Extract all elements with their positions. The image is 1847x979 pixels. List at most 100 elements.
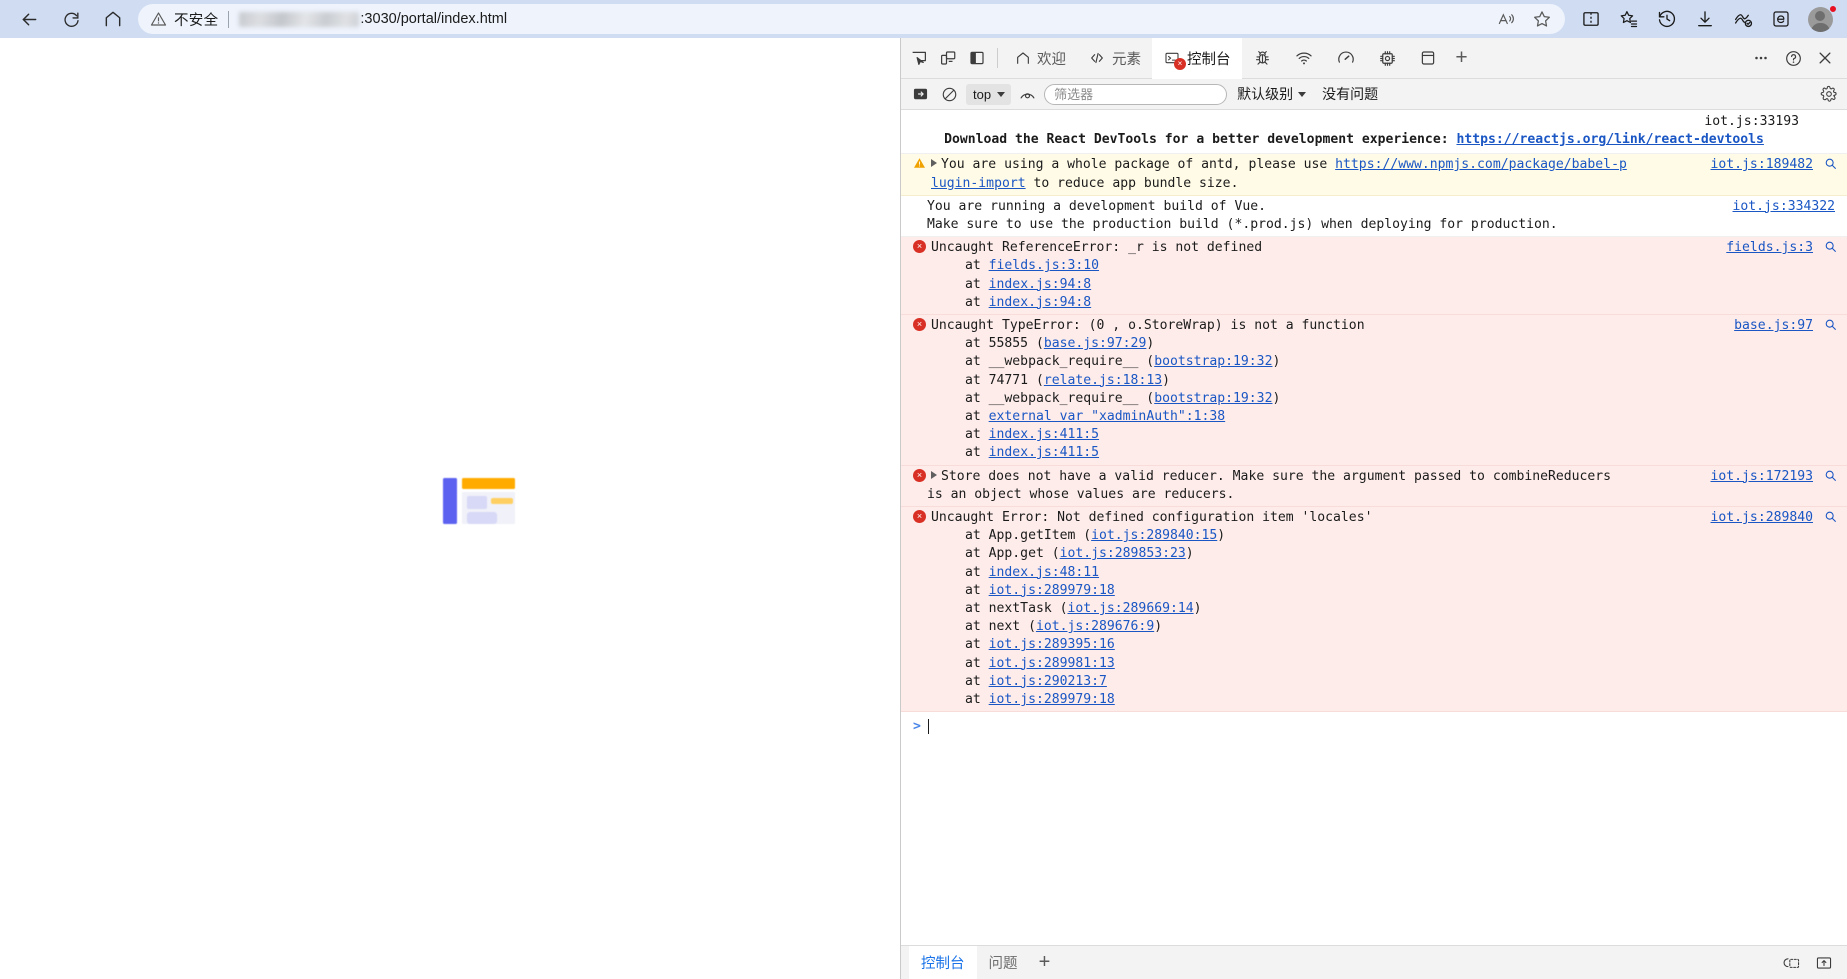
drawer-tab-console[interactable]: 控制台: [909, 945, 977, 979]
search-magnifier-icon[interactable]: [1824, 240, 1837, 259]
tab-performance[interactable]: [1325, 38, 1367, 79]
ie-mode-icon[interactable]: [1763, 4, 1799, 34]
console-message-source[interactable]: iot.js:189482: [1711, 156, 1813, 174]
restore-drawer-icon[interactable]: [1779, 951, 1805, 975]
gear-icon[interactable]: [1816, 83, 1841, 106]
clear-console-icon[interactable]: [937, 83, 962, 106]
search-magnifier-icon[interactable]: [1824, 157, 1837, 176]
console-message-source[interactable]: iot.js:172193: [1711, 468, 1813, 486]
split-screen-icon[interactable]: [1573, 4, 1609, 34]
log-level-select[interactable]: 默认级别: [1231, 84, 1312, 105]
inspect-element-icon[interactable]: [904, 44, 933, 73]
favorite-star-icon[interactable]: [1525, 5, 1559, 33]
stack-frame: at iot.js:289395:16: [913, 636, 1813, 654]
search-magnifier-icon[interactable]: [1824, 469, 1837, 488]
tab-sources-bug[interactable]: [1242, 38, 1283, 79]
tab-memory[interactable]: [1367, 38, 1408, 79]
stack-frame-link[interactable]: index.js:48:11: [989, 565, 1099, 580]
antd-babel-plugin-link-part1[interactable]: https://www.npmjs.com/package/babel-p: [1335, 157, 1627, 172]
console-message-text: You are running a development build of V…: [927, 198, 1266, 214]
tab-application[interactable]: [1408, 38, 1448, 79]
drawer-tab-issues[interactable]: 问题: [977, 946, 1030, 979]
stack-frame-link[interactable]: iot.js:289395:16: [989, 637, 1115, 652]
home-icon: [1015, 50, 1031, 66]
stack-frame-link[interactable]: bootstrap:19:32: [1154, 354, 1272, 369]
address-bar[interactable]: 不安全 :3030/portal/index.html: [138, 4, 1565, 34]
home-button[interactable]: [94, 4, 132, 34]
read-aloud-icon[interactable]: [1489, 5, 1523, 33]
console-message[interactable]: × Uncaught ReferenceError: _r is not def…: [901, 237, 1847, 316]
browser-essentials-icon[interactable]: [1725, 4, 1761, 34]
device-toolbar-icon[interactable]: [933, 44, 962, 73]
stack-frame-link[interactable]: bootstrap:19:32: [1154, 391, 1272, 406]
eye-icon[interactable]: [1015, 83, 1040, 106]
stack-frame-link[interactable]: iot.js:289676:9: [1036, 619, 1154, 634]
more-options-icon[interactable]: [1745, 43, 1777, 73]
console-message-body: × Store does not have a valid reducer. M…: [913, 468, 1813, 486]
stack-frame-link[interactable]: iot.js:289669:14: [1067, 601, 1193, 616]
react-devtools-link[interactable]: https://reactjs.org/link/react-devtools: [1456, 132, 1763, 147]
console-input-row[interactable]: >: [901, 712, 1847, 736]
stack-frame-link[interactable]: external var "xadminAuth":1:38: [989, 409, 1226, 424]
console-message[interactable]: × Uncaught TypeError: (0 , o.StoreWrap) …: [901, 315, 1847, 466]
tab-console[interactable]: × 控制台: [1152, 37, 1242, 79]
console-message[interactable]: You are running a development build of V…: [901, 195, 1847, 238]
console-message[interactable]: × Store does not have a valid reducer. M…: [901, 465, 1847, 508]
stack-frame-link[interactable]: fields.js:3:10: [989, 258, 1099, 273]
stack-frame-link[interactable]: iot.js:289979:18: [989, 692, 1115, 707]
stack-frame-link[interactable]: iot.js:289981:13: [989, 656, 1115, 671]
console-message-source[interactable]: iot.js:289840: [1711, 509, 1813, 527]
profile-avatar[interactable]: [1801, 4, 1839, 34]
stack-frame-link[interactable]: iot.js:289979:18: [989, 583, 1115, 598]
console-error-title: Store does not have a valid reducer. Mak…: [941, 468, 1612, 484]
downloads-icon[interactable]: [1687, 4, 1723, 34]
error-icon: ×: [913, 240, 926, 254]
console-message-source[interactable]: iot.js:33193: [913, 113, 1813, 131]
console-message[interactable]: You are using a whole package of antd, p…: [901, 154, 1847, 196]
address-separator: [228, 10, 230, 28]
stack-frame-pre: at: [965, 445, 989, 461]
stack-frame-link[interactable]: base.js:97:29: [1044, 336, 1146, 351]
back-button[interactable]: [10, 4, 48, 34]
execution-context-select[interactable]: top: [966, 83, 1012, 105]
stack-frame-link[interactable]: index.js:94:8: [989, 277, 1091, 292]
console-filter-input[interactable]: [1044, 83, 1228, 105]
console-message-list[interactable]: iot.js:33193 Download the React DevTools…: [901, 110, 1847, 945]
antd-babel-plugin-link-part2[interactable]: lugin-import: [931, 176, 1026, 191]
stack-frame-link[interactable]: iot.js:289853:23: [1060, 546, 1186, 561]
close-devtools-icon[interactable]: [1809, 43, 1841, 73]
console-message-source[interactable]: base.js:97: [1734, 317, 1813, 335]
stack-frame-pre: at nextTask (: [965, 601, 1068, 617]
console-message[interactable]: iot.js:33193 Download the React DevTools…: [901, 110, 1847, 155]
console-sidebar-icon[interactable]: [908, 83, 933, 106]
drawer-add-tab-button[interactable]: +: [1030, 951, 1060, 974]
collections-icon[interactable]: [1611, 4, 1647, 34]
stack-frame-link[interactable]: index.js:411:5: [989, 427, 1099, 442]
stack-frame-link[interactable]: iot.js:290213:7: [989, 674, 1107, 689]
expand-arrow-icon[interactable]: [931, 159, 937, 168]
console-message-source[interactable]: iot.js:334322: [1733, 198, 1835, 216]
console-message[interactable]: × Uncaught Error: Not defined configurat…: [901, 507, 1847, 713]
reload-button[interactable]: [52, 4, 90, 34]
issues-status-label[interactable]: 没有问题: [1316, 84, 1384, 104]
dock-side-icon[interactable]: [962, 44, 991, 73]
help-icon[interactable]: [1777, 43, 1809, 73]
stack-frame-link[interactable]: index.js:411:5: [989, 445, 1099, 460]
devtools-drawer-tabstrip: 控制台 问题 +: [901, 945, 1847, 979]
dock-bottom-icon[interactable]: [1811, 951, 1837, 975]
stack-frame-link[interactable]: index.js:94:8: [989, 295, 1091, 310]
console-error-title: Uncaught ReferenceError: _r is not defin…: [931, 240, 1263, 256]
stack-frame: at iot.js:290213:7: [913, 673, 1813, 691]
search-magnifier-icon[interactable]: [1824, 510, 1837, 529]
tab-elements[interactable]: 元素: [1077, 38, 1152, 79]
tab-welcome[interactable]: 欢迎: [1004, 38, 1077, 79]
expand-arrow-icon[interactable]: [931, 470, 937, 479]
tab-network[interactable]: [1283, 38, 1325, 79]
search-magnifier-icon[interactable]: [1824, 318, 1837, 337]
console-message-source[interactable]: fields.js:3: [1726, 239, 1813, 257]
history-icon[interactable]: [1649, 4, 1685, 34]
security-indicator[interactable]: 不安全: [150, 9, 218, 30]
add-panel-button[interactable]: +: [1448, 46, 1476, 70]
stack-frame-link[interactable]: iot.js:289840:15: [1091, 528, 1217, 543]
stack-frame-link[interactable]: relate.js:18:13: [1044, 373, 1162, 388]
